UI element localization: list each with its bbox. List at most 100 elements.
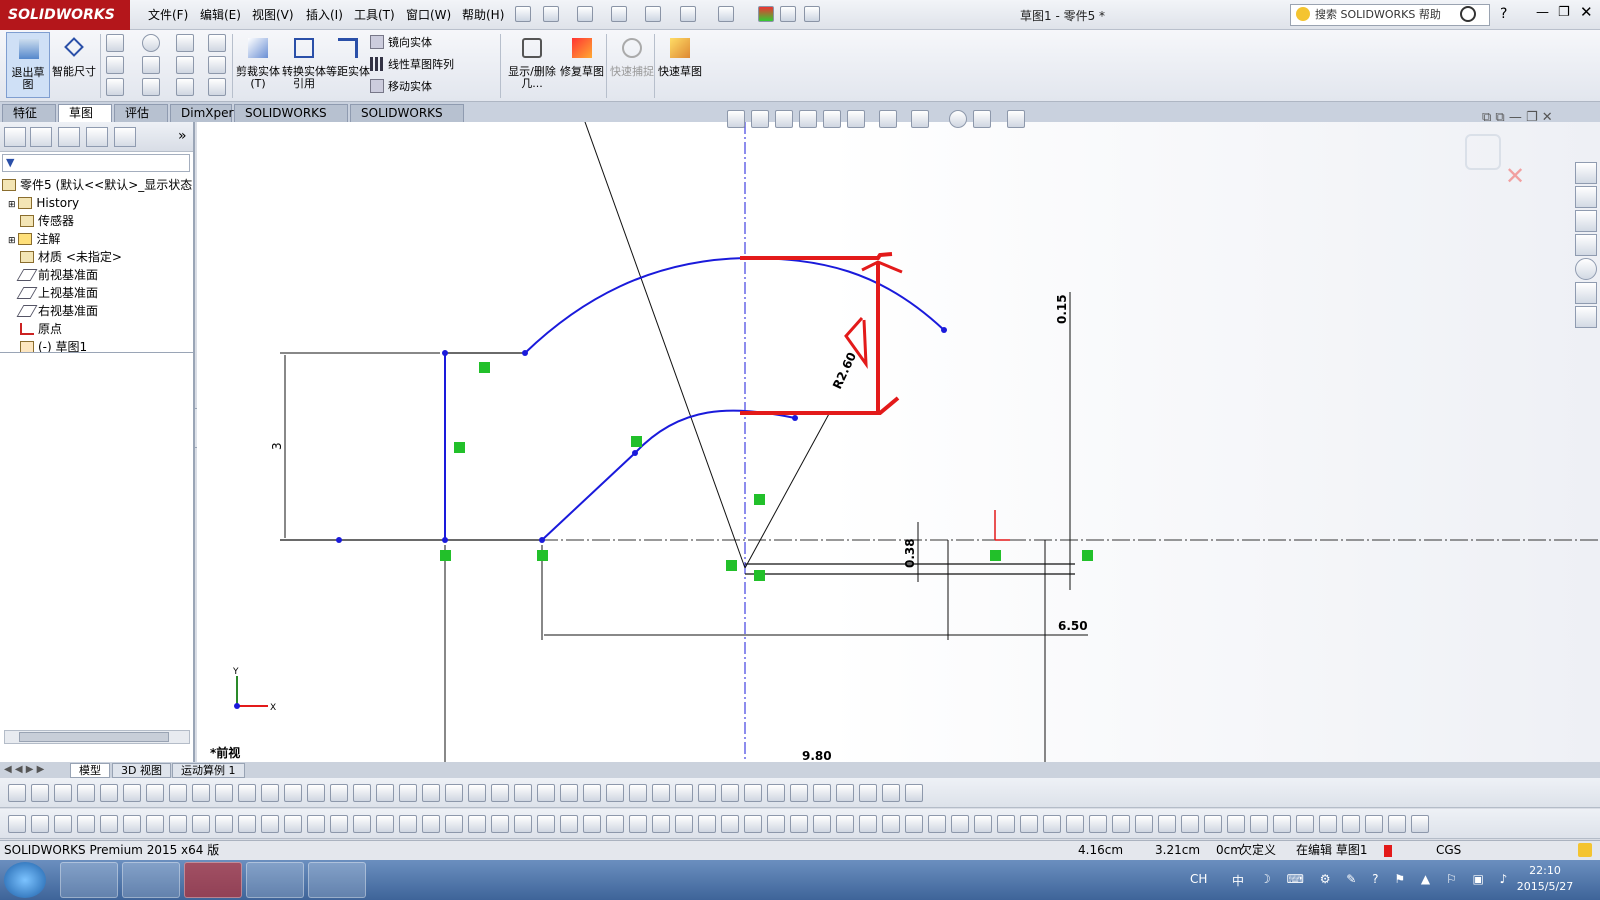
relation-tool-41-icon[interactable] xyxy=(928,815,946,833)
relation-tool-7-icon[interactable] xyxy=(146,815,164,833)
coincident-relation-icon[interactable] xyxy=(990,550,1001,561)
annotation-tool-23-icon[interactable] xyxy=(514,784,532,802)
relation-tool-60-icon[interactable] xyxy=(1365,815,1383,833)
relation-tool-22-icon[interactable] xyxy=(491,815,509,833)
annotation-tool-38-icon[interactable] xyxy=(859,784,877,802)
coincident-relation-icon[interactable] xyxy=(440,550,451,561)
annotation-tool-36-icon[interactable] xyxy=(813,784,831,802)
relation-tool-38-icon[interactable] xyxy=(859,815,877,833)
relation-tool-18-icon[interactable] xyxy=(399,815,417,833)
dimension-038[interactable]: 0.38 xyxy=(903,538,917,568)
menu-tools[interactable]: 工具(T) xyxy=(354,6,395,23)
menu-view[interactable]: 视图(V) xyxy=(252,6,294,23)
annotation-tool-13-icon[interactable] xyxy=(284,784,302,802)
annotation-tool-37-icon[interactable] xyxy=(836,784,854,802)
tree-item-top-plane[interactable]: 上视基准面 xyxy=(16,284,98,302)
sketch-canvas[interactable]: 3 R2.60 0.15 0.38 6.50 9.80 Y X xyxy=(197,122,1600,762)
tab-mbd[interactable]: SOLIDWORKS MBD xyxy=(350,104,464,137)
sketch-text-icon[interactable] xyxy=(208,56,226,74)
relation-tool-17-icon[interactable] xyxy=(376,815,394,833)
relation-tool-15-icon[interactable] xyxy=(330,815,348,833)
vertical-relation-icon[interactable] xyxy=(454,442,465,453)
annotation-tool-21-icon[interactable] xyxy=(468,784,486,802)
annotation-tool-31-icon[interactable] xyxy=(698,784,716,802)
coincident-relation-icon[interactable] xyxy=(537,550,548,561)
relation-tool-61-icon[interactable] xyxy=(1388,815,1406,833)
file-properties-icon[interactable] xyxy=(780,6,796,22)
relation-tool-28-icon[interactable] xyxy=(629,815,647,833)
options-icon[interactable] xyxy=(804,6,820,22)
solidworks-logo[interactable]: SOLIDWORKS xyxy=(0,0,130,30)
annotation-tool-29-icon[interactable] xyxy=(652,784,670,802)
relation-tool-42-icon[interactable] xyxy=(951,815,969,833)
annotation-tool-11-icon[interactable] xyxy=(238,784,256,802)
circle-icon[interactable] xyxy=(142,34,160,52)
relation-tool-52-icon[interactable] xyxy=(1181,815,1199,833)
annotation-tool-14-icon[interactable] xyxy=(307,784,325,802)
design-library-icon[interactable] xyxy=(1575,186,1597,208)
annotation-tool-39-icon[interactable] xyxy=(882,784,900,802)
dynamic-annotation-icon[interactable] xyxy=(823,110,841,128)
tree-item-history[interactable]: ⊞ History xyxy=(8,194,79,212)
annotation-tool-34-icon[interactable] xyxy=(767,784,785,802)
chrome-taskbar-icon[interactable] xyxy=(122,862,180,898)
menu-file[interactable]: 文件(F) xyxy=(148,6,188,23)
tab-sketch[interactable]: 草图 xyxy=(58,104,112,122)
tab-addins[interactable]: SOLIDWORKS 插件 xyxy=(234,104,348,137)
hide-show-items-icon[interactable] xyxy=(911,110,929,128)
convert-entities-button[interactable]: 转换实体引用 xyxy=(282,32,326,98)
relation-tool-54-icon[interactable] xyxy=(1227,815,1245,833)
annotation-tool-33-icon[interactable] xyxy=(744,784,762,802)
display-style-icon[interactable] xyxy=(879,110,897,128)
relation-tool-47-icon[interactable] xyxy=(1066,815,1084,833)
relation-tool-10-icon[interactable] xyxy=(215,815,233,833)
menu-help[interactable]: 帮助(H) xyxy=(462,6,504,23)
section-view-icon[interactable] xyxy=(799,110,817,128)
previous-view-icon[interactable] xyxy=(775,110,793,128)
relation-tool-53-icon[interactable] xyxy=(1204,815,1222,833)
menu-insert[interactable]: 插入(I) xyxy=(306,6,343,23)
plane-icon[interactable] xyxy=(208,78,226,96)
app-taskbar-icon[interactable] xyxy=(308,862,366,898)
annotation-tool-27-icon[interactable] xyxy=(606,784,624,802)
relation-tool-12-icon[interactable] xyxy=(261,815,279,833)
tab-3d-views[interactable]: 3D 视图 xyxy=(112,763,171,778)
relation-tool-51-icon[interactable] xyxy=(1158,815,1176,833)
pin-icon[interactable] xyxy=(515,6,531,22)
appearances-icon[interactable] xyxy=(1575,258,1597,280)
dimension-650[interactable]: 6.50 xyxy=(1058,619,1088,633)
menu-window[interactable]: 窗口(W) xyxy=(406,6,451,23)
expand-chevron-icon[interactable]: » xyxy=(178,128,187,144)
confirmation-corner-cancel-icon[interactable]: ✕ xyxy=(1505,162,1525,190)
relation-tool-11-icon[interactable] xyxy=(238,815,256,833)
relation-tool-56-icon[interactable] xyxy=(1273,815,1291,833)
dimension-3[interactable]: 3 xyxy=(270,442,284,450)
relation-tool-5-icon[interactable] xyxy=(100,815,118,833)
ime-indicator[interactable]: 中 xyxy=(1232,872,1244,889)
rectangle-icon[interactable] xyxy=(106,56,124,74)
start-button-icon[interactable] xyxy=(4,862,46,898)
tree-item-annotations[interactable]: ⊞ 注解 xyxy=(8,230,60,248)
viewport-window-controls[interactable]: ⧉ ⧉ — ❐ ✕ xyxy=(1482,110,1553,125)
language-indicator[interactable]: CH xyxy=(1190,872,1207,886)
relation-tool-58-icon[interactable] xyxy=(1319,815,1337,833)
relation-tool-46-icon[interactable] xyxy=(1043,815,1061,833)
tree-item-right-plane[interactable]: 右视基准面 xyxy=(16,302,98,320)
exit-sketch-button[interactable]: 退出草图 xyxy=(6,32,50,98)
relation-tool-14-icon[interactable] xyxy=(307,815,325,833)
coincident-relation-icon[interactable] xyxy=(754,570,765,581)
solidworks-forum-icon[interactable] xyxy=(1575,306,1597,328)
relation-tool-20-icon[interactable] xyxy=(445,815,463,833)
relation-tool-55-icon[interactable] xyxy=(1250,815,1268,833)
annotation-tool-16-icon[interactable] xyxy=(353,784,371,802)
relation-tool-24-icon[interactable] xyxy=(537,815,555,833)
annotation-tool-17-icon[interactable] xyxy=(376,784,394,802)
new-document-icon[interactable] xyxy=(543,6,559,22)
view-orientation-icon[interactable] xyxy=(847,110,865,128)
tab-features[interactable]: 特征 xyxy=(2,104,56,122)
relation-tool-50-icon[interactable] xyxy=(1135,815,1153,833)
tab-scroll-arrows-icon[interactable]: ◀ ◀ ▶ ▶ xyxy=(4,764,44,775)
relation-tool-8-icon[interactable] xyxy=(169,815,187,833)
close-icon[interactable]: ✕ xyxy=(1580,3,1593,21)
relation-tool-3-icon[interactable] xyxy=(54,815,72,833)
